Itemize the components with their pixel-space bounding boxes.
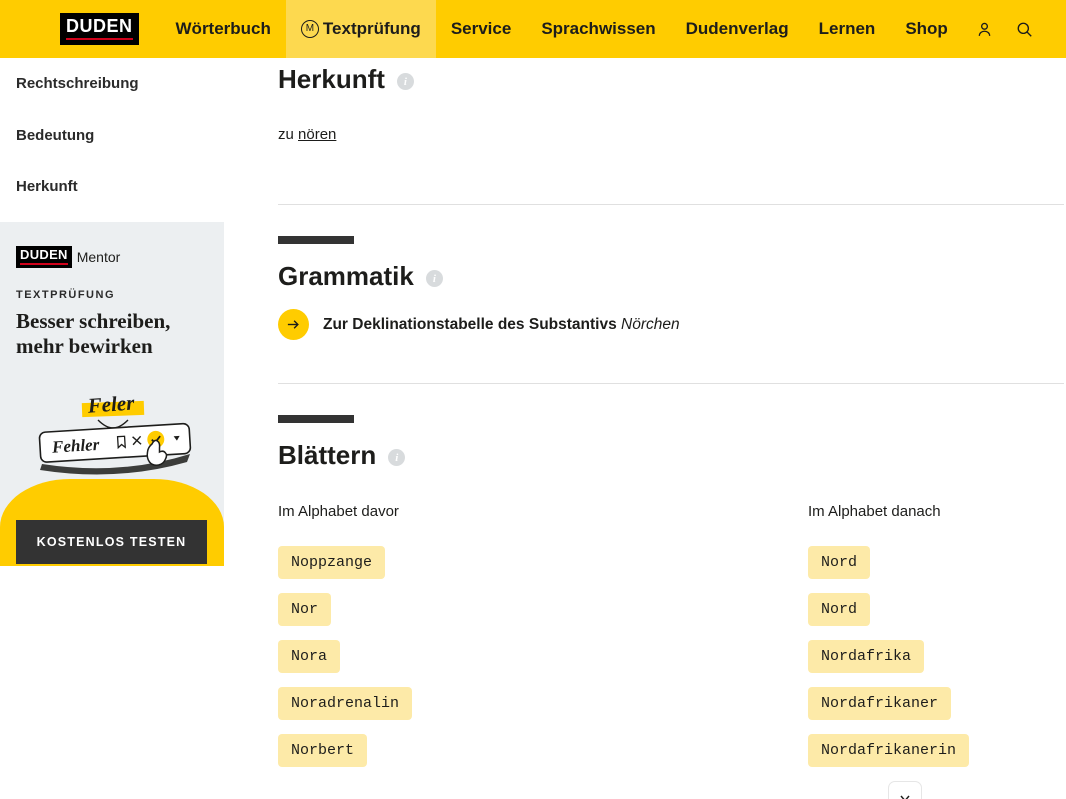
chevron-down-icon: [900, 795, 910, 799]
deklinationstabelle-row[interactable]: Zur Deklinationstabelle des Substantivs …: [278, 309, 1066, 340]
word-chip[interactable]: Nordafrikanerin: [808, 734, 970, 767]
column-alphabet-danach: Im Alphabet danach Nord Nord Nordafrika …: [808, 503, 1066, 781]
promo-suggestion-word: Fehler: [51, 435, 101, 457]
herkunft-body: zu nören: [278, 126, 1066, 143]
word-chip[interactable]: Nora: [278, 640, 341, 673]
sidebar-item-rechtschreibung[interactable]: Rechtschreibung: [0, 58, 224, 109]
nav-item-textpruefung[interactable]: M Textprüfung: [285, 0, 436, 58]
word-chip[interactable]: Nord: [808, 546, 871, 579]
nav-item-dudenverlag[interactable]: Dudenverlag: [671, 0, 804, 58]
nav-label: Shop: [905, 19, 948, 38]
duden-mentor-promo[interactable]: DUDEN Mentor TEXTPRÜFUNG Besser schreibe…: [0, 222, 224, 566]
sidebar-item-label: Rechtschreibung: [16, 75, 139, 93]
mentor-m-icon: M: [300, 20, 319, 38]
kostenlos-testen-button[interactable]: KOSTENLOS TESTEN: [16, 520, 207, 564]
column-title: Im Alphabet davor: [278, 503, 399, 520]
nav-label: Sprachwissen: [541, 19, 656, 38]
section-blaettern: Blättern i Im Alphabet davor Noppzange N…: [278, 415, 1066, 799]
info-icon[interactable]: i: [425, 270, 443, 287]
section-grammatik: Grammatik i Zur Deklinationstabelle des …: [278, 236, 1066, 384]
word-chip[interactable]: Nord: [808, 593, 871, 626]
nav-label: Lernen: [818, 19, 876, 38]
info-icon[interactable]: i: [388, 449, 406, 466]
nav-label: Dudenverlag: [685, 19, 789, 38]
sidebar-item-herkunft[interactable]: Herkunft: [0, 161, 224, 212]
herkunft-prefix: zu: [278, 126, 299, 143]
promo-illustration: Feler Fehler: [38, 390, 192, 475]
search-icon[interactable]: [1004, 9, 1044, 49]
grammatik-title: Grammatik: [278, 261, 414, 291]
duden-logo-rule: [66, 38, 133, 40]
info-icon[interactable]: i: [396, 73, 414, 90]
promo-mentor-text: Mentor: [76, 248, 121, 265]
main-nav: Wörterbuch M Textprüfung Service Sprachw…: [161, 0, 964, 58]
word-chip[interactable]: Nordafrika: [808, 640, 925, 673]
word-chip[interactable]: Nor: [278, 593, 332, 626]
duden-logo[interactable]: DUDEN: [60, 13, 139, 45]
column-title: Im Alphabet danach: [808, 503, 941, 520]
nav-item-shop[interactable]: Shop: [890, 0, 963, 58]
herkunft-heading: Herkunft i: [278, 64, 1066, 95]
gram-link-prefix: Zur Deklinationstabelle des Substantivs: [323, 315, 622, 333]
header-icon-group: [964, 9, 1044, 49]
column-alphabet-davor: Im Alphabet davor Noppzange Nor Nora Nor…: [278, 503, 808, 781]
divider: [278, 383, 1064, 384]
herkunft-link[interactable]: nören: [298, 126, 336, 143]
herkunft-title: Herkunft: [278, 64, 385, 94]
promo-duden-rule: [20, 263, 68, 265]
nav-label: Service: [450, 19, 512, 38]
sidebar-item-label: Herkunft: [16, 177, 78, 195]
promo-headline: Besser schreiben, mehr bewirken: [16, 308, 171, 359]
nav-label: Wörterbuch: [175, 19, 271, 38]
section-bar: [278, 415, 354, 423]
grammatik-heading: Grammatik i: [278, 261, 1066, 292]
blaettern-heading: Blättern i: [278, 440, 1066, 471]
blaettern-columns: Im Alphabet davor Noppzange Nor Nora Nor…: [278, 503, 1066, 781]
promo-kicker: TEXTPRÜFUNG: [16, 288, 115, 301]
user-icon[interactable]: [964, 9, 1004, 49]
nav-item-lernen[interactable]: Lernen: [804, 0, 891, 58]
section-herkunft: Herkunft i zu nören: [278, 58, 1066, 205]
nav-item-sprachwissen[interactable]: Sprachwissen: [526, 0, 670, 58]
sidebar-item-label: Bedeutung: [16, 126, 95, 144]
promo-duden-text: DUDEN: [20, 247, 68, 262]
arrow-right-icon[interactable]: [278, 309, 309, 340]
deklinationstabelle-link[interactable]: Zur Deklinationstabelle des Substantivs …: [323, 316, 680, 334]
word-chip[interactable]: Norbert: [278, 734, 368, 767]
site-header: DUDEN Wörterbuch M Textprüfung Service S…: [0, 0, 1066, 58]
nav-label: Textprüfung: [322, 19, 421, 38]
nav-item-service[interactable]: Service: [436, 0, 527, 58]
word-chip[interactable]: Nordafrikaner: [808, 687, 952, 720]
gram-link-word: Nörchen: [621, 315, 680, 333]
word-chip[interactable]: Noppzange: [278, 546, 386, 579]
blaettern-title: Blättern: [278, 440, 377, 470]
promo-logo: DUDEN Mentor: [16, 246, 224, 268]
word-chip[interactable]: Noradrenalin: [278, 687, 413, 720]
nav-item-woerterbuch[interactable]: Wörterbuch: [161, 0, 286, 58]
duden-logo-text: DUDEN: [66, 16, 133, 36]
section-bar: [278, 236, 354, 244]
divider: [278, 204, 1064, 205]
sidebar-item-bedeutung[interactable]: Bedeutung: [0, 109, 224, 160]
main-content: Herkunft i zu nören Grammatik i Zur Dekl…: [278, 58, 1066, 799]
show-more-button[interactable]: [888, 781, 922, 799]
promo-misspelled-word: Feler: [86, 390, 136, 417]
